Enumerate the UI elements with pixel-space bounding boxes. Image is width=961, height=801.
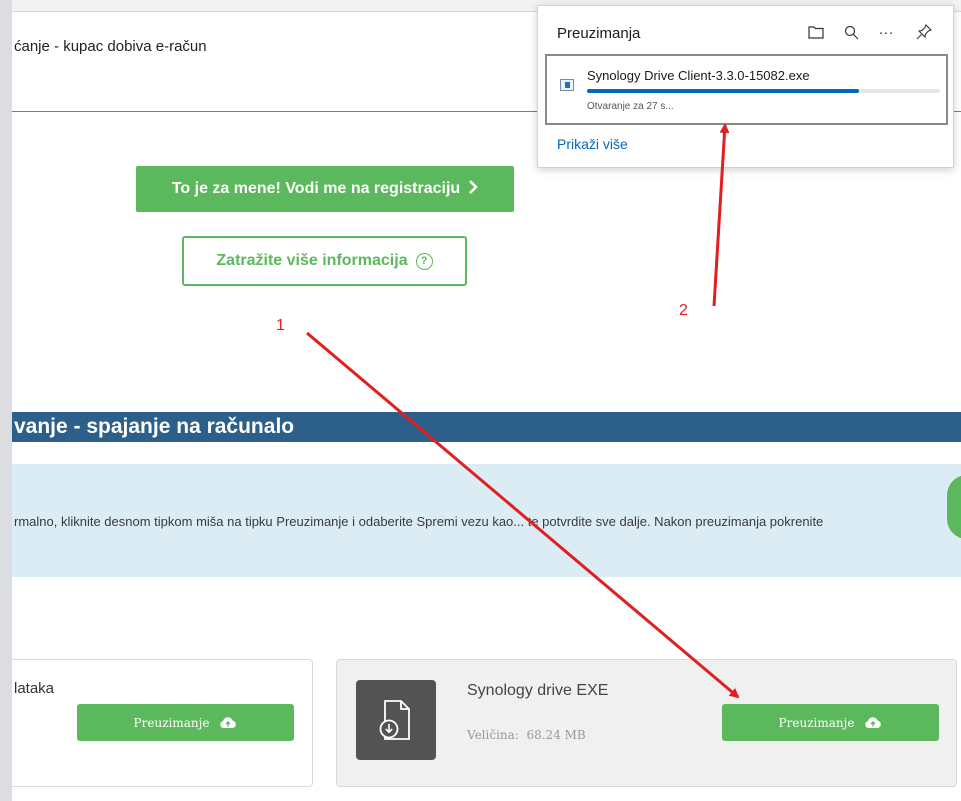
show-more-link[interactable]: Prikaži više <box>557 136 628 152</box>
download-progress <box>587 89 940 93</box>
download-card-synology: Synology drive EXE Veličina: 68.24 MB Pr… <box>336 659 957 787</box>
downloads-panel: Preuzimanja ··· Synology Drive Client-3.… <box>537 5 954 168</box>
folder-icon[interactable] <box>805 21 827 43</box>
help-icon: ? <box>415 252 433 270</box>
download-card-left: lataka Preuzimanje <box>12 659 313 787</box>
annotation-label-2: 2 <box>679 302 688 319</box>
installer-file-icon <box>560 79 574 91</box>
more-icon[interactable]: ··· <box>875 21 897 43</box>
download-button-label: Preuzimanje <box>778 715 855 730</box>
cloud-upload-icon <box>219 716 237 729</box>
request-info-label: Zatražite više informacija <box>216 252 408 269</box>
download-button-label: Preuzimanje <box>133 715 210 730</box>
search-icon[interactable] <box>840 21 862 43</box>
pin-icon[interactable] <box>913 21 935 43</box>
instruction-text: rmalno, kliknite desnom tipkom miša na t… <box>14 514 824 529</box>
downloads-panel-title: Preuzimanja <box>557 25 641 42</box>
chevron-right-icon <box>468 179 479 199</box>
register-button[interactable]: To je za mene! Vodi me na registraciju <box>136 166 514 212</box>
file-size: Veličina: 68.24 MB <box>467 728 586 742</box>
cloud-upload-icon <box>864 716 882 729</box>
card-title: lataka <box>14 680 55 697</box>
instruction-panel: rmalno, kliknite desnom tipkom miša na t… <box>12 464 961 577</box>
download-status: Otvaranje za 27 s... <box>587 101 674 112</box>
request-info-button[interactable]: Zatražite više informacija ? <box>182 236 467 286</box>
card-title: Synology drive EXE <box>467 682 609 699</box>
floating-action-button[interactable] <box>947 475 961 539</box>
section-title: vanje - spajanje na računalo <box>12 412 961 442</box>
download-progress-fill <box>587 89 859 93</box>
download-synology-button[interactable]: Preuzimanje <box>722 704 939 741</box>
annotation-label-1: 1 <box>276 317 285 334</box>
page-header-text: ćanje - kupac dobiva e-račun <box>14 38 207 55</box>
register-button-label: To je za mene! Vodi me na registraciju <box>171 180 461 197</box>
screenshot: ćanje - kupac dobiva e-račun To je za me… <box>0 0 961 801</box>
download-button[interactable]: Preuzimanje <box>77 704 294 741</box>
window-edge <box>0 0 12 801</box>
download-filename: Synology Drive Client-3.3.0-15082.exe <box>587 68 810 83</box>
file-download-icon <box>356 680 436 760</box>
file-size-value: 68.24 MB <box>526 728 586 742</box>
file-size-label: Veličina: <box>467 728 519 742</box>
download-item[interactable]: Synology Drive Client-3.3.0-15082.exe Ot… <box>545 54 948 125</box>
